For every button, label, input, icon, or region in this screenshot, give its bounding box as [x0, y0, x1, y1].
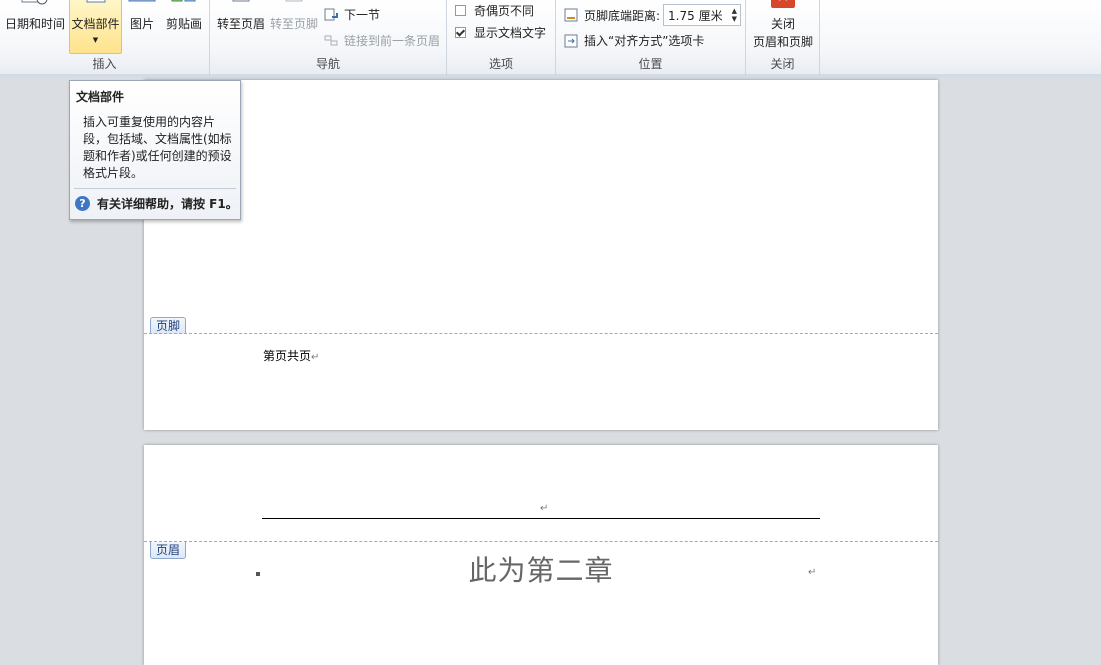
- chapter-heading[interactable]: 此为第二章: [144, 549, 938, 589]
- date-time-label: 日期和时间: [4, 17, 65, 31]
- insert-group: 日期和时间 文档部件 ▼ 图片 剪贴画 插入: [0, 0, 210, 75]
- goto-header-icon: [230, 0, 252, 13]
- next-section-icon: [324, 8, 339, 22]
- tooltip-help: ? 有关详细帮助，请按 F1。: [75, 195, 238, 212]
- date-time-button[interactable]: 日期和时间: [2, 0, 68, 54]
- footer-distance-spinner[interactable]: 1.75 厘米 ▲ ▼: [663, 4, 742, 26]
- show-text-option[interactable]: 显示文档文字: [455, 24, 546, 41]
- help-icon: ?: [75, 196, 90, 211]
- goto-footer-button[interactable]: 转至页脚: [268, 0, 320, 54]
- goto-header-label: 转至页眉: [216, 17, 265, 31]
- goto-footer-icon: [283, 0, 305, 13]
- position-group-label: 位置: [638, 57, 663, 71]
- paragraph-mark: ↵: [808, 567, 817, 578]
- link-icon: [324, 34, 339, 48]
- next-section-button[interactable]: 下一节: [324, 6, 380, 23]
- odd-even-label: 奇偶页不同: [474, 4, 535, 18]
- link-to-previous-label: 链接到前一条页眉: [344, 34, 441, 48]
- tooltip-help-text: 有关详细帮助，请按 F1。: [97, 197, 238, 211]
- navigation-group: 转至页眉 转至页脚 下一节 链接到前一条页眉 导航: [210, 0, 447, 75]
- close-group-label: 关闭: [770, 57, 795, 71]
- footer-distance-icon: [564, 8, 579, 22]
- insert-alignment-tab-label: 插入“对齐方式”选项卡: [584, 34, 705, 48]
- close-icon: [771, 0, 795, 11]
- goto-footer-label: 转至页脚: [269, 17, 318, 31]
- footer-distance-label: 页脚底端距离:: [584, 8, 661, 23]
- link-to-previous-button[interactable]: 链接到前一条页眉: [324, 32, 440, 49]
- tooltip-separator: [74, 188, 236, 189]
- footer-distance-row: 页脚底端距离: 1.75 厘米 ▲ ▼: [564, 4, 742, 26]
- picture-button[interactable]: 图片: [124, 0, 160, 54]
- close-group: 关闭 页眉和页脚 关闭: [746, 0, 820, 75]
- clip-art-button[interactable]: 剪贴画: [162, 0, 206, 54]
- quick-parts-icon: [85, 0, 107, 13]
- paragraph-mark: ↵: [540, 503, 549, 514]
- navigation-group-label: 导航: [315, 57, 340, 71]
- insert-group-label: 插入: [92, 57, 117, 71]
- show-text-label: 显示文档文字: [474, 26, 547, 40]
- picture-label: 图片: [129, 17, 154, 31]
- close-line2-label: 页眉和页脚: [752, 35, 813, 49]
- footer-text-line[interactable]: 第页共页↵: [263, 347, 319, 364]
- clip-art-label: 剪贴画: [165, 17, 202, 31]
- options-group: 奇偶页不同 显示文档文字 选项: [447, 0, 556, 75]
- document-page-2[interactable]: ↵ 页眉 此为第二章 ↵: [144, 445, 938, 665]
- spinner-arrows-icon[interactable]: ▲ ▼: [732, 7, 737, 23]
- show-text-checkbox[interactable]: [455, 27, 466, 38]
- quick-parts-tooltip: 文档部件 插入可重复使用的内容片段，包括域、文档属性(如标题和作者)或任何创建的…: [69, 80, 241, 220]
- paragraph-mark: ↵: [311, 352, 320, 363]
- close-header-footer-button[interactable]: 关闭 页眉和页脚: [748, 0, 818, 54]
- tooltip-body: 插入可重复使用的内容片段，包括域、文档属性(如标题和作者)或任何创建的预设格式片…: [83, 115, 232, 180]
- header-boundary: [144, 541, 938, 542]
- calendar-clock-icon: [20, 0, 50, 13]
- options-group-label: 选项: [488, 57, 513, 71]
- document-page-1[interactable]: 页脚 第页共页↵: [144, 80, 938, 430]
- clip-art-icon: [170, 0, 198, 13]
- footer-distance-value[interactable]: 1.75 厘米: [668, 7, 723, 24]
- ribbon: 日期和时间 文档部件 ▼ 图片 剪贴画 插入 转至页眉 转至页脚 下一节 链接到…: [0, 0, 1101, 77]
- position-group: 页脚底端距离: 1.75 厘米 ▲ ▼ 插入“对齐方式”选项卡 位置: [556, 0, 746, 75]
- goto-header-button[interactable]: 转至页眉: [214, 0, 268, 54]
- next-section-label: 下一节: [344, 8, 381, 22]
- dropdown-arrow-icon: ▼: [92, 36, 99, 44]
- odd-even-option[interactable]: 奇偶页不同: [455, 2, 534, 19]
- close-line1-label: 关闭: [770, 17, 795, 31]
- quick-parts-label: 文档部件: [71, 17, 120, 31]
- alignment-tab-icon: [564, 34, 579, 48]
- footer-tab: 页脚: [150, 317, 187, 334]
- quick-parts-button[interactable]: 文档部件 ▼: [69, 0, 122, 54]
- footer-boundary: [144, 333, 938, 334]
- header-rule: [262, 518, 820, 519]
- picture-icon: [128, 0, 156, 13]
- odd-even-checkbox[interactable]: [455, 5, 466, 16]
- tooltip-title: 文档部件: [76, 90, 125, 104]
- footer-text[interactable]: 第页共页: [263, 349, 311, 363]
- insert-alignment-tab-button[interactable]: 插入“对齐方式”选项卡: [564, 32, 704, 49]
